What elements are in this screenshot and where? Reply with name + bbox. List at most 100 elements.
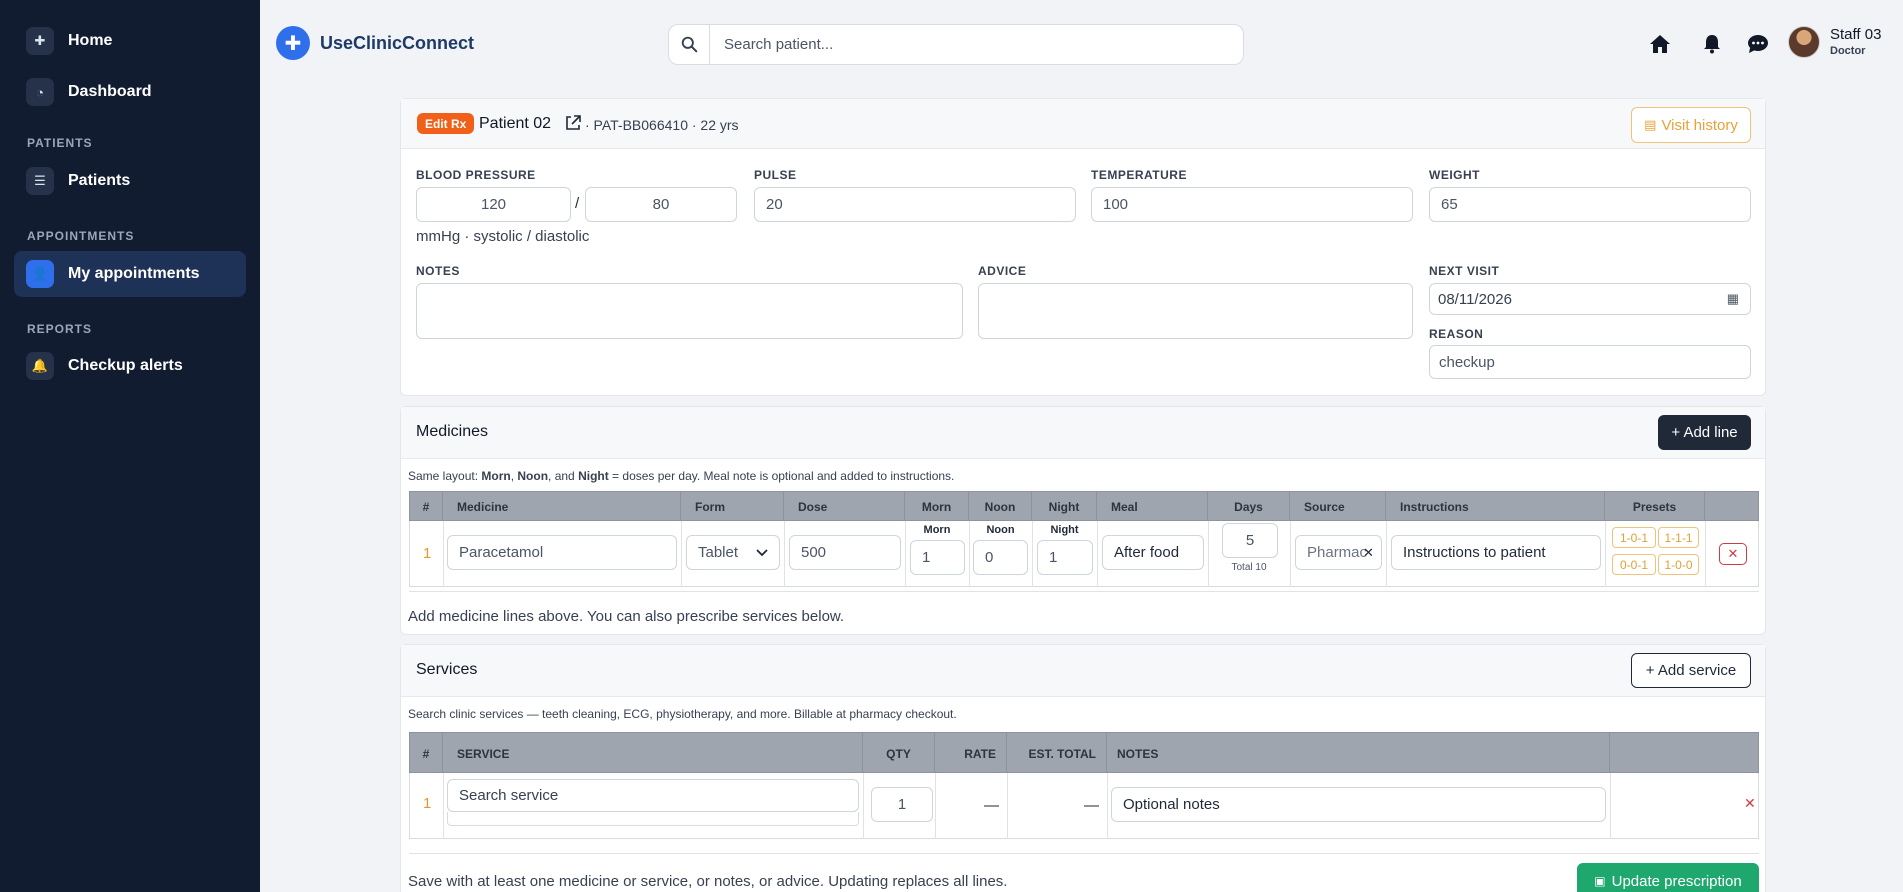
source-select[interactable]: Pharmac ✕ [1295,535,1382,570]
medicines-hint: Same layout: Morn, Noon, and Night = dos… [408,469,955,483]
avatar[interactable] [1788,26,1820,58]
services-title: Services [416,661,478,678]
col-num: # [410,733,443,774]
medicines-title: Medicines [416,423,489,440]
medicines-footer-note: Add medicine lines above. You can also p… [408,608,845,625]
bp-unit: mmHg · systolic / diastolic [416,228,590,245]
user-name[interactable]: Staff 03 [1830,26,1881,43]
history-icon: ▤ [1644,117,1657,132]
col-morn: Morn [905,492,969,522]
medicine-input[interactable]: Paracetamol [447,535,677,570]
col-dose: Dose [784,492,905,522]
add-service-button[interactable]: + Add service [1631,653,1751,688]
service-search-input[interactable]: Search service [447,779,859,812]
col-noon: Noon [969,492,1032,522]
days-input[interactable]: 5 [1222,523,1278,558]
remove-line-button[interactable]: ✕ [1719,543,1747,565]
pulse-input[interactable]: 20 [754,187,1076,222]
preset-button[interactable]: 0-0-1 [1612,554,1656,575]
morn-label: Morn [923,524,951,536]
noon-input[interactable]: 0 [973,540,1028,575]
sidebar-item-label: My appointments [68,265,200,282]
sidebar-item-checkup-alerts[interactable]: 🔔 Checkup alerts [14,343,246,389]
temperature-label: TEMPERATURE [1091,168,1187,182]
clear-icon[interactable]: ✕ [1363,545,1374,561]
sidebar-item-my-appointments[interactable]: 👤 My appointments [14,251,246,297]
plus-circle-icon: ✚ [26,27,54,55]
col-instructions: Instructions [1386,492,1605,522]
morn-input[interactable]: 1 [910,540,965,575]
services-hint: Search clinic services — teeth cleaning,… [408,707,957,721]
edit-rx-badge: Edit Rx [417,113,475,134]
search-input[interactable] [710,25,1243,64]
col-form: Form [681,492,784,522]
col-actions [1610,733,1758,774]
sidebar-item-patients[interactable]: ☰ Patients [14,158,246,204]
noon-label: Noon [986,524,1015,536]
preset-button[interactable]: 1-0-1 [1612,527,1656,548]
col-notes: NOTES [1107,733,1610,774]
next-visit-label: NEXT VISIT [1429,264,1500,278]
form-select[interactable]: Tablet [686,535,780,570]
next-visit-input[interactable]: 08/11/2026 ▦ [1429,283,1751,315]
temperature-input[interactable]: 100 [1091,187,1413,222]
col-actions [1705,492,1758,522]
reason-label: REASON [1429,327,1484,341]
close-icon: ✕ [1727,546,1739,561]
instructions-input[interactable]: Instructions to patient [1391,535,1601,570]
visit-history-button[interactable]: ▤ Visit history [1631,107,1751,143]
notes-textarea[interactable] [416,283,963,339]
services-header: Services + Add service [401,645,1765,697]
dose-input[interactable]: 500 [789,535,901,570]
qty-input[interactable]: 1 [871,787,933,822]
user-role: Doctor [1830,45,1866,57]
user-clock-icon: 👤 [26,260,54,288]
chevron-down-icon [756,544,768,561]
advice-textarea[interactable] [978,283,1413,339]
col-num: # [410,492,443,522]
col-days: Days [1208,492,1290,522]
sidebar-item-dashboard[interactable]: ◔ Dashboard [14,69,246,115]
services-table-header: # SERVICE QTY RATE EST. TOTAL NOTES [409,732,1759,774]
bell-icon[interactable] [1698,30,1726,58]
col-meal: Meal [1097,492,1208,522]
systolic-input[interactable]: 120 [416,187,571,222]
medicines-header: Medicines + Add line [401,407,1765,459]
search-icon[interactable] [669,25,710,64]
nav-section-appointments: APPOINTMENTS [27,229,135,243]
col-medicine: Medicine [443,492,681,522]
diastolic-input[interactable]: 80 [585,187,737,222]
bp-separator: / [575,195,580,212]
weight-input[interactable]: 65 [1429,187,1751,222]
update-prescription-button[interactable]: ▣ Update prescription [1577,863,1759,892]
sidebar-item-label: Home [68,32,113,49]
preset-button[interactable]: 1-1-1 [1658,527,1699,548]
est-total-value: — [1084,797,1099,814]
chat-icon[interactable] [1744,30,1772,58]
days-total: Total 10 [1231,562,1267,573]
night-label: Night [1050,524,1079,536]
add-line-button[interactable]: + Add line [1658,415,1751,450]
meal-input[interactable]: After food [1102,535,1204,570]
list-icon: ☰ [26,167,54,195]
close-icon: ✕ [1744,795,1756,811]
row-number: 1 [423,545,432,562]
service-notes-input[interactable]: Optional notes [1111,787,1606,822]
services-card: Services + Add service Search clinic ser… [400,644,1766,892]
sidebar-item-home[interactable]: ✚ Home [14,18,246,64]
reason-input[interactable]: checkup [1429,345,1751,379]
brand[interactable]: ✚ UseClinicConnect [276,26,474,60]
external-link-icon[interactable] [565,115,581,136]
calendar-icon[interactable]: ▦ [1727,291,1739,307]
patient-name: Patient 02 [479,115,552,132]
col-presets: Presets [1605,492,1705,522]
service-row: 1 Search service 1 — — Optional notes ✕ [409,773,1759,839]
night-input[interactable]: 1 [1037,540,1093,575]
patient-search [668,24,1244,65]
col-qty: QTY [863,733,935,774]
save-icon: ▣ [1594,874,1606,888]
remove-service-button[interactable]: ✕ [1744,795,1756,812]
preset-button[interactable]: 1-0-0 [1658,554,1699,575]
home-icon[interactable] [1646,30,1674,58]
vitals-card: Edit Rx Patient 02 · PAT-BB066410 · 22 y… [400,98,1766,396]
